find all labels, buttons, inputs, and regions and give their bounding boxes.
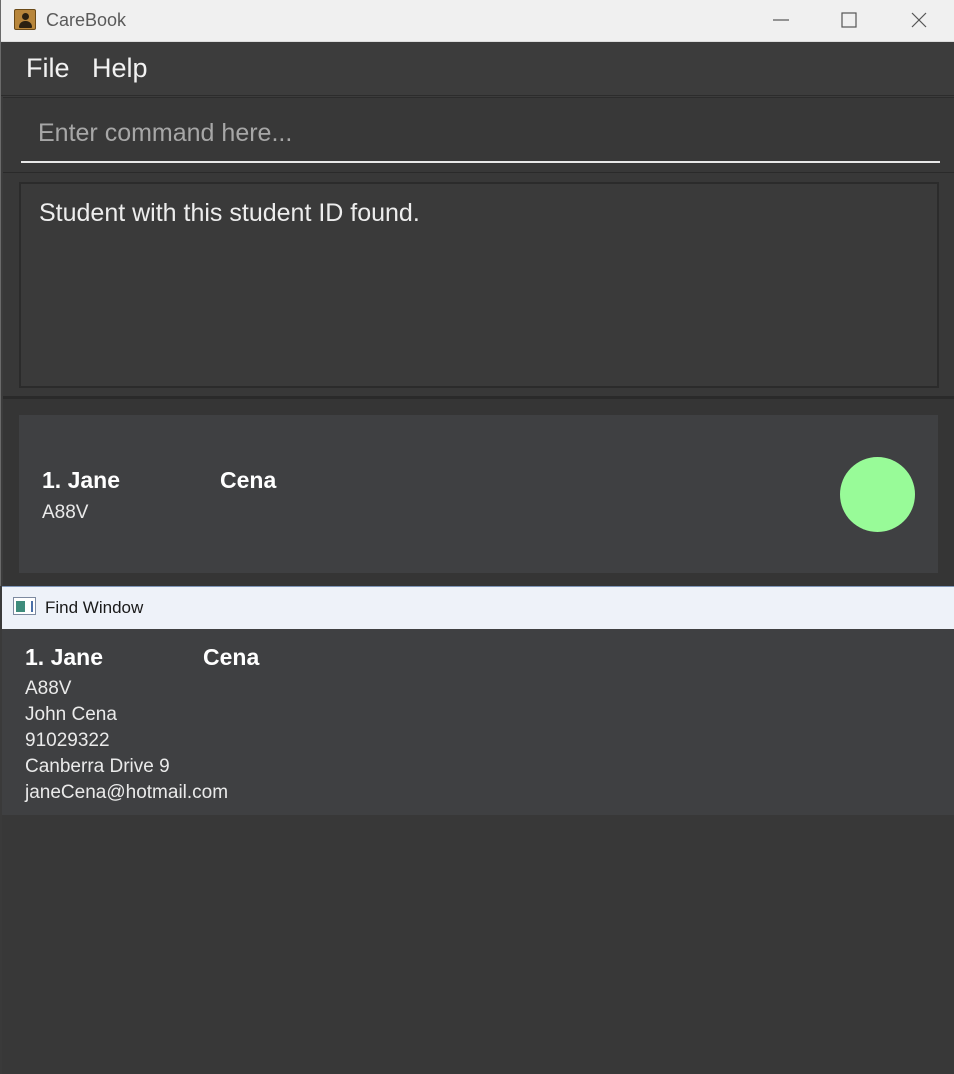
find-window-title-bar[interactable]: Find Window: [2, 587, 954, 629]
person-student-id: A88V: [42, 502, 89, 523]
find-window-title: Find Window: [45, 598, 144, 617]
maximize-icon: [841, 12, 857, 28]
main-window: CareBook File Help Student with this stu…: [0, 0, 954, 586]
person-list[interactable]: 1. Jane Cena A88V: [3, 396, 954, 586]
window-title: CareBook: [46, 10, 127, 30]
result-display-area: Student with this student ID found.: [3, 172, 954, 396]
window-icon: [13, 597, 36, 615]
close-button[interactable]: [887, 0, 951, 40]
person-index-name: 1. Jane: [42, 467, 120, 493]
contact-book-icon: [14, 9, 36, 30]
detail-index-name: 1. Jane: [25, 644, 103, 670]
person-surname: Cena: [220, 467, 277, 493]
status-indicator: [840, 457, 915, 532]
person-detail-card: 1. Jane Cena A88V John Cena 91029322 Can…: [2, 629, 954, 815]
title-bar[interactable]: CareBook: [1, 0, 954, 42]
detail-address: Canberra Drive 9: [25, 756, 170, 777]
find-window-body: [2, 815, 954, 1074]
menu-file[interactable]: File: [26, 52, 70, 84]
detail-phone: 91029322: [25, 730, 110, 751]
command-input[interactable]: [21, 106, 940, 163]
detail-surname: Cena: [203, 644, 260, 670]
detail-guardian: John Cena: [25, 704, 117, 725]
close-icon: [911, 12, 927, 28]
menu-bar: File Help: [1, 42, 954, 96]
find-window: Find Window 1. Jane Cena A88V John Cena …: [2, 586, 954, 1074]
minimize-button[interactable]: [749, 0, 813, 40]
minimize-icon: [773, 19, 789, 21]
person-card[interactable]: 1. Jane Cena A88V: [19, 415, 938, 573]
detail-student-id: A88V: [25, 678, 72, 699]
maximize-button[interactable]: [817, 0, 881, 40]
menu-help[interactable]: Help: [92, 52, 148, 84]
detail-email: janeCena@hotmail.com: [25, 782, 229, 803]
command-box: [3, 97, 954, 172]
result-message: Student with this student ID found.: [39, 199, 420, 227]
result-display[interactable]: Student with this student ID found.: [19, 182, 939, 388]
